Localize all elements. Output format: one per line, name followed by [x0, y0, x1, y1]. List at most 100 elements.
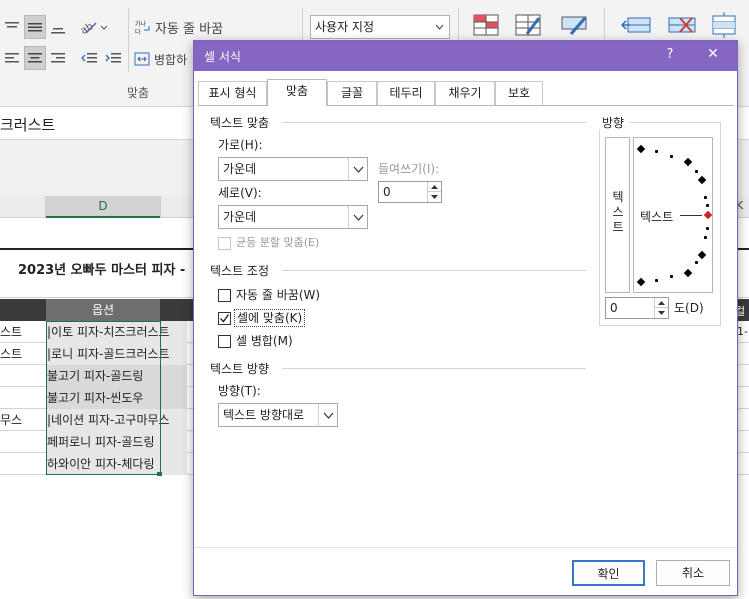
decrease-indent-button[interactable] — [78, 47, 100, 69]
shrink-to-fit-checkbox[interactable] — [218, 312, 231, 325]
alignment-group-label: 맞춤 — [126, 86, 150, 100]
increase-indent-button[interactable] — [102, 47, 124, 69]
dial-handle[interactable] — [703, 210, 713, 220]
align-center-button[interactable] — [24, 46, 46, 70]
dial-tick — [704, 196, 707, 199]
cell-right[interactable] — [737, 387, 749, 409]
wrap-text-button[interactable]: 가나 다 자동 줄 바꿈 — [134, 15, 226, 39]
wrap-text-checkbox[interactable] — [218, 289, 231, 302]
merge-cells-label: 셀 병합(M) — [236, 334, 293, 348]
spin-down-icon[interactable] — [654, 308, 668, 318]
text-alignment-header: 텍스트 맞춤 — [210, 114, 274, 131]
format-cells-button[interactable] — [706, 10, 742, 40]
cell-right[interactable]: 1- — [737, 321, 749, 343]
dial-marker — [683, 268, 693, 278]
option-cell[interactable]: |이토 피자-치즈크러스트 — [47, 321, 187, 343]
cell-left[interactable]: 스트 — [0, 343, 44, 365]
insert-cells-icon — [620, 17, 651, 33]
cell-left[interactable]: 스트 — [0, 321, 44, 343]
align-top-icon — [5, 22, 19, 28]
direction-label: 방향(T): — [218, 384, 261, 398]
cell-right[interactable] — [737, 409, 749, 431]
format-as-table-button[interactable] — [510, 10, 546, 40]
merge-label: 병합하 — [154, 52, 188, 67]
number-format-value: 사용자 지정 — [315, 20, 375, 34]
degrees-spinner[interactable]: 0 — [605, 297, 669, 319]
tab-6[interactable]: 보호 — [495, 81, 543, 105]
spin-down-icon[interactable] — [427, 192, 441, 202]
excel-window: ab 가나 다 자동 줄 바꿈 병합하 사용자 지정 맞춤 크러스트 D K 2… — [0, 0, 749, 599]
horizontal-value: 가운데 — [223, 162, 257, 176]
wrap-text-label: 자동 줄 바꿈(W) — [236, 288, 321, 302]
dial-tick — [655, 150, 658, 153]
delete-cells-button[interactable] — [664, 10, 700, 40]
merge-cells-icon — [134, 52, 150, 66]
cell-right[interactable] — [737, 431, 749, 453]
option-cell[interactable]: 불고기 피자-씬도우 — [47, 387, 187, 409]
format-cells-dialog: 셀 서식 ? ✕ 표시 형식 맞춤 글꼴 테두리 채우기 보호 텍스트 맞춤 가로(H):… — [193, 40, 738, 596]
close-icon[interactable]: ✕ — [703, 46, 723, 62]
dial-tick — [704, 236, 707, 239]
option-cell[interactable]: |네이션 피자-고구마무스 — [47, 409, 187, 431]
cell-left[interactable] — [0, 453, 44, 475]
tab-2[interactable]: 맞춤 — [267, 79, 327, 106]
dial-tick — [655, 279, 658, 282]
option-cell[interactable]: 불고기 피자-골드링 — [47, 365, 187, 387]
formula-content[interactable]: 크러스트 — [0, 114, 55, 135]
vertical-label: 세로(V): — [218, 186, 262, 200]
justify-distributed-label: 균등 분할 맞춤(E) — [236, 236, 320, 249]
align-left-icon — [5, 53, 19, 63]
cell-left[interactable] — [0, 387, 44, 409]
align-center-icon — [28, 53, 42, 63]
justify-distributed-checkbox[interactable] — [218, 237, 231, 250]
align-left-button[interactable] — [2, 47, 22, 69]
group-line — [630, 122, 720, 123]
tab-3[interactable]: 글꼴 — [327, 81, 377, 105]
column-header-d[interactable]: D — [46, 196, 160, 218]
align-top-button[interactable] — [2, 16, 22, 38]
ok-button[interactable]: 확인 — [572, 560, 645, 586]
option-cell[interactable]: 페퍼로니 피자-골드링 — [47, 431, 187, 453]
cell-left[interactable] — [0, 431, 44, 453]
tab-1[interactable]: 표시 형식 — [198, 81, 267, 105]
tab-4[interactable]: 테두리 — [377, 81, 435, 105]
merge-center-button[interactable]: 병합하 — [134, 47, 194, 71]
footer-divider — [194, 547, 737, 548]
vertical-text-toggle[interactable]: 텍스트 — [605, 137, 630, 293]
vertical-value: 가운데 — [223, 210, 257, 224]
align-bottom-button[interactable] — [48, 16, 68, 38]
cell-left[interactable] — [0, 365, 44, 387]
horizontal-select[interactable]: 가운데 — [218, 157, 368, 181]
option-cell[interactable]: |로니 피자-골드크러스트 — [47, 343, 187, 365]
spin-up-icon[interactable] — [427, 182, 441, 192]
group-line — [282, 270, 586, 271]
cell-styles-button[interactable] — [556, 10, 592, 40]
dialog-title: 셀 서식 — [204, 50, 241, 64]
merge-cells-checkbox[interactable] — [218, 335, 231, 348]
help-button[interactable]: ? — [662, 47, 678, 62]
svg-text:가나: 가나 — [135, 20, 147, 28]
delete-cells-icon — [668, 17, 696, 33]
dial-tick — [706, 204, 709, 207]
column-divider — [160, 196, 161, 218]
text-direction-select[interactable]: 텍스트 방향대로 — [218, 403, 338, 427]
conditional-formatting-button[interactable] — [468, 10, 504, 40]
orientation-button[interactable]: ab — [78, 15, 110, 39]
orientation-dial[interactable]: 텍스트 — [633, 137, 713, 293]
cell-right[interactable] — [737, 453, 749, 475]
cell-right[interactable] — [737, 365, 749, 387]
tab-5[interactable]: 채우기 — [435, 81, 495, 105]
spin-up-icon[interactable] — [654, 298, 668, 308]
cell-right[interactable] — [737, 343, 749, 365]
chevron-down-icon — [348, 206, 367, 228]
cancel-button[interactable]: 취소 — [656, 560, 730, 586]
decrease-indent-icon — [81, 53, 97, 63]
cell-left[interactable]: 무스 — [0, 409, 44, 431]
indent-spinner[interactable]: 0 — [378, 181, 442, 203]
number-format-select[interactable]: 사용자 지정 — [310, 15, 450, 39]
insert-cells-button[interactable] — [618, 10, 654, 40]
option-cell[interactable]: 하와이안 피자-체다링 — [47, 453, 187, 475]
vertical-select[interactable]: 가운데 — [218, 205, 368, 229]
align-middle-button[interactable] — [24, 15, 46, 39]
align-right-button[interactable] — [48, 47, 68, 69]
